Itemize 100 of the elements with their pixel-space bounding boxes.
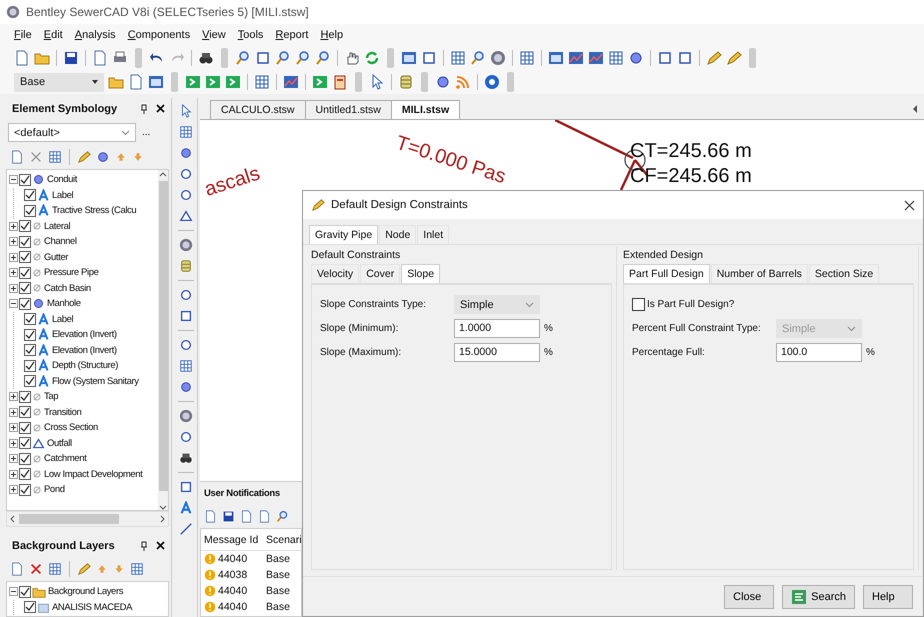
- save-icon[interactable]: [63, 50, 79, 66]
- zoom-icon[interactable]: [276, 510, 289, 522]
- window-icon[interactable]: [148, 74, 164, 90]
- square-icon[interactable]: [178, 480, 192, 494]
- select-field[interactable]: Simple: [454, 295, 540, 314]
- checkbox[interactable]: [24, 375, 36, 388]
- help-icon[interactable]: [484, 74, 500, 90]
- tree-item-label[interactable]: Lateral: [43, 220, 72, 232]
- toolbar-grip[interactable]: [171, 72, 178, 92]
- node-icon[interactable]: [178, 380, 192, 394]
- edit-icon[interactable]: [77, 150, 91, 164]
- tree-item-label[interactable]: Elevation (Invert): [51, 329, 118, 340]
- menu-item[interactable]: View: [202, 29, 226, 41]
- column-header[interactable]: Message Id: [201, 534, 263, 546]
- tab[interactable]: Gravity Pipe: [309, 225, 378, 244]
- expander-icon[interactable]: [9, 222, 18, 231]
- circle-icon[interactable]: [178, 288, 192, 302]
- triangle-icon[interactable]: [178, 209, 192, 223]
- tree-item-label[interactable]: Manhole: [46, 298, 82, 310]
- document-tab[interactable]: MILI.stsw: [390, 100, 460, 119]
- toolbar-grip[interactable]: [507, 72, 514, 92]
- expander-icon[interactable]: [9, 252, 18, 262]
- scenario-select[interactable]: Base: [14, 72, 104, 92]
- expander-icon[interactable]: [9, 587, 18, 596]
- checkbox[interactable]: [632, 298, 645, 311]
- tree-item-label[interactable]: Label: [51, 190, 74, 201]
- tab[interactable]: Section Size: [808, 264, 880, 283]
- expander-icon[interactable]: [9, 408, 18, 417]
- scroll-right-icon[interactable]: [160, 515, 165, 523]
- line-icon[interactable]: [178, 522, 192, 536]
- checkbox[interactable]: [19, 452, 31, 465]
- tree-item-label[interactable]: Flow (System Sanitary: [51, 376, 140, 387]
- tree-item-label[interactable]: Catch Basin: [43, 282, 92, 294]
- expander-icon[interactable]: [9, 454, 18, 464]
- binoculars-icon[interactable]: [198, 50, 214, 66]
- new-icon[interactable]: [10, 562, 24, 576]
- dialog-button[interactable]: Close: [724, 584, 774, 608]
- tree-item-label[interactable]: Pond: [43, 484, 66, 496]
- tree-item-label[interactable]: Depth (Structure): [51, 360, 120, 372]
- zoom-in-icon[interactable]: [275, 50, 291, 66]
- tree-item-label[interactable]: Pressure Pipe: [43, 267, 100, 278]
- edit-icon[interactable]: [77, 562, 91, 576]
- node-icon[interactable]: [178, 146, 192, 160]
- new-icon[interactable]: [10, 150, 24, 164]
- expander-icon[interactable]: [9, 392, 18, 402]
- toolbar-grip[interactable]: [749, 48, 756, 68]
- clipboard-icon[interactable]: [332, 74, 348, 90]
- toolbar-grip[interactable]: [387, 48, 394, 68]
- tree-item-label[interactable]: Transition: [43, 406, 82, 418]
- square-icon[interactable]: [178, 309, 192, 323]
- toolbar-grip[interactable]: [421, 72, 428, 92]
- dropdown-arrow-icon[interactable]: [92, 80, 98, 84]
- window-icon[interactable]: [401, 50, 417, 66]
- expander-icon[interactable]: [9, 299, 18, 308]
- checkbox[interactable]: [19, 484, 31, 496]
- checkbox[interactable]: [19, 586, 31, 598]
- tab[interactable]: Node: [379, 225, 416, 244]
- circle-icon[interactable]: [178, 338, 192, 352]
- document-icon[interactable]: [128, 74, 144, 90]
- input-field[interactable]: 15.0000: [454, 343, 540, 362]
- menu-item[interactable]: Components: [128, 29, 190, 41]
- input-field[interactable]: 100.0: [776, 343, 862, 362]
- tree-item-label[interactable]: Background Layers: [47, 586, 124, 598]
- checkbox[interactable]: [19, 468, 31, 480]
- tree-item-label[interactable]: ANALISIS MACEDA: [51, 602, 134, 613]
- circle-icon[interactable]: [178, 188, 192, 202]
- menu-item[interactable]: Tools: [238, 29, 264, 41]
- edit-icon[interactable]: [706, 50, 722, 66]
- checkbox[interactable]: [24, 360, 36, 372]
- tree-item-label[interactable]: Low Impact Development: [43, 468, 144, 480]
- checkbox[interactable]: [19, 174, 31, 186]
- tree-item-label[interactable]: Catchment: [43, 453, 88, 464]
- document-tab[interactable]: CALCULO.stsw: [210, 100, 306, 119]
- import-icon[interactable]: [205, 74, 221, 90]
- refresh-icon[interactable]: [364, 50, 380, 66]
- checkbox[interactable]: [19, 282, 31, 294]
- new-document-icon[interactable]: [14, 50, 30, 66]
- toolbar-grip[interactable]: [221, 48, 228, 68]
- checkbox[interactable]: [19, 298, 31, 310]
- tab[interactable]: Slope: [401, 264, 440, 283]
- tree-item-label[interactable]: Cross Section: [43, 422, 99, 434]
- dialog-button[interactable]: Search: [782, 584, 855, 608]
- tree-item-label[interactable]: Channel: [43, 236, 78, 248]
- checkbox[interactable]: [19, 236, 31, 248]
- find-icon[interactable]: [470, 50, 486, 66]
- tree-item-label[interactable]: Label: [51, 314, 74, 325]
- menu-item[interactable]: Edit: [44, 29, 63, 41]
- checkbox[interactable]: [24, 344, 36, 356]
- checkbox[interactable]: [24, 189, 36, 202]
- zoom-window-icon[interactable]: [255, 50, 271, 66]
- zoom-out-icon[interactable]: [295, 50, 311, 66]
- tree-item-label[interactable]: Elevation (Invert): [51, 344, 118, 356]
- save-icon[interactable]: [222, 510, 235, 522]
- checkbox[interactable]: [24, 204, 36, 217]
- menu-item[interactable]: Report: [275, 29, 308, 41]
- symbology-select[interactable]: <default>: [8, 123, 136, 142]
- export-icon[interactable]: [185, 74, 201, 90]
- tree-item-label[interactable]: Tractive Stress (Calcu: [51, 205, 138, 216]
- tree-item-label[interactable]: Tap: [43, 391, 60, 402]
- toolbar-grip[interactable]: [355, 72, 362, 92]
